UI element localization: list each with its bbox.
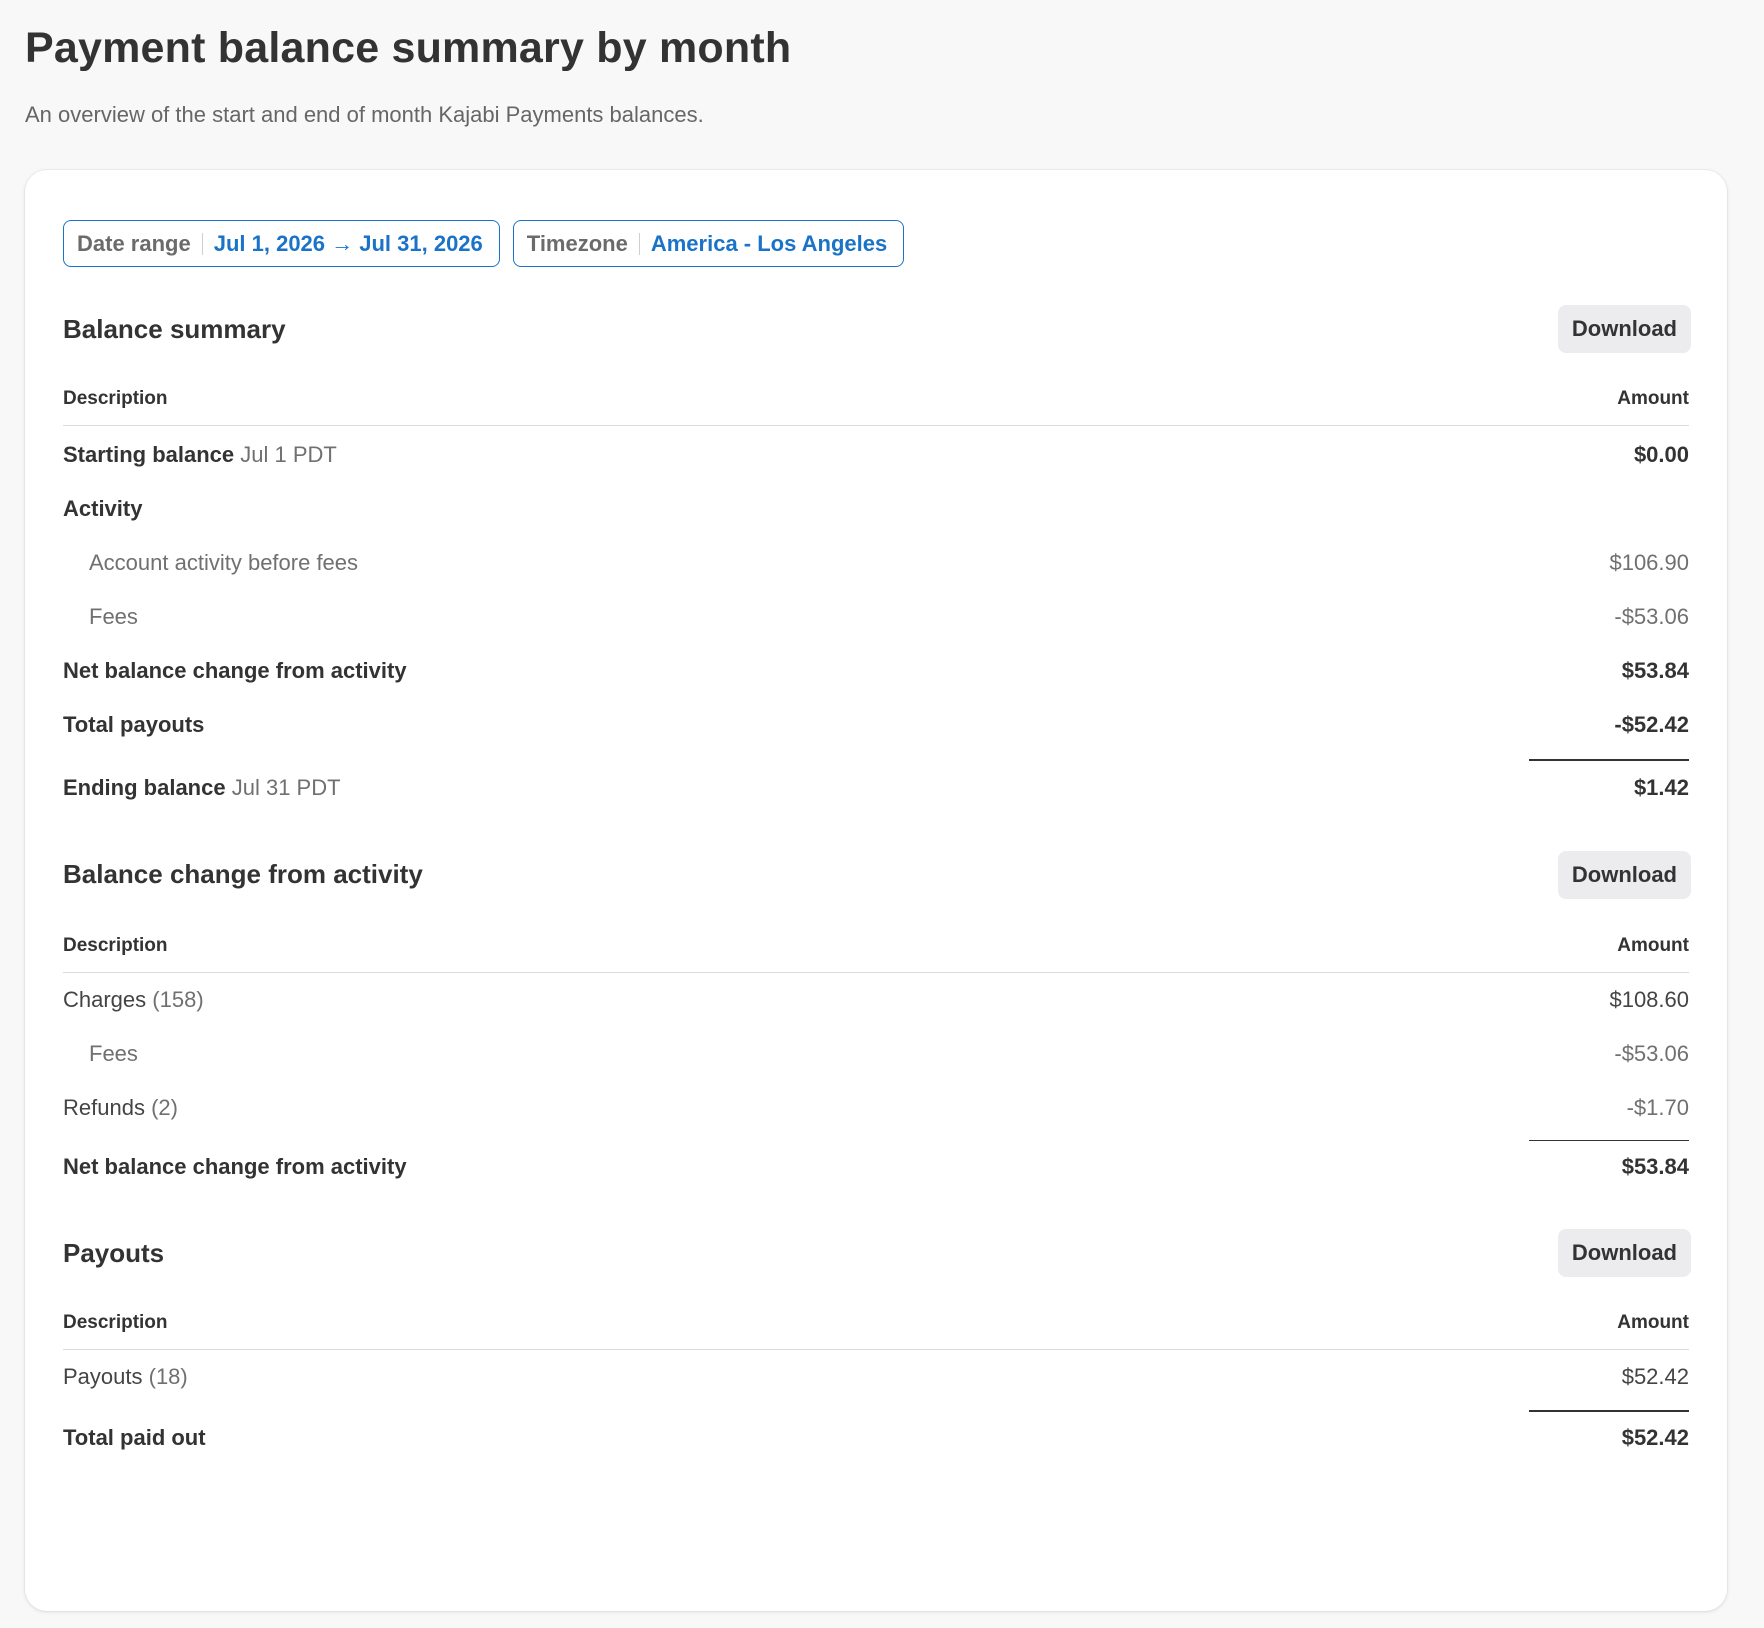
table-row: Starting balance Jul 1 PDT $0.00	[63, 442, 1689, 468]
table-header: Description Amount	[63, 935, 1689, 973]
net-change-amount: $53.84	[1621, 658, 1689, 683]
balance-summary-section: Balance summary Download Description Amo…	[63, 305, 1691, 801]
sum-divider	[1529, 1139, 1689, 1141]
filter-divider	[638, 232, 640, 255]
table-row: Ending balance Jul 31 PDT $1.42	[63, 775, 1689, 801]
page: Payment balance summary by month An over…	[0, 0, 1764, 1611]
sum-divider	[1529, 759, 1689, 761]
table-row: Activity	[63, 496, 1689, 522]
section-title: Balance summary	[63, 313, 286, 344]
table-row: Fees -$53.06	[63, 1041, 1689, 1067]
timezone-filter[interactable]: Timezone America - Los Angeles	[512, 220, 905, 267]
charges-label: Charges	[63, 986, 147, 1012]
table-header: Description Amount	[63, 1312, 1689, 1350]
fees-label: Fees	[89, 1040, 138, 1066]
fees-label: Fees	[89, 604, 138, 629]
page-title: Payment balance summary by month	[25, 24, 792, 72]
description-column-header: Description	[63, 934, 168, 956]
activity-label: Activity	[63, 496, 143, 521]
ending-balance-label: Ending balance	[63, 774, 226, 800]
sum-divider	[1529, 1410, 1689, 1412]
description-column-header: Description	[63, 388, 168, 409]
net-change-label: Net balance change from activity	[63, 1154, 407, 1179]
report-card: Date range Jul 1, 2026 → Jul 31, 2026 Ti…	[25, 170, 1727, 1611]
activity-before-fees-label: Account activity before fees	[89, 550, 359, 575]
amount-column-header: Amount	[1617, 388, 1689, 409]
description-column-header: Description	[63, 1312, 168, 1333]
fees-amount: -$53.06	[1614, 604, 1689, 629]
starting-balance-date: Jul 1 PDT	[240, 442, 337, 467]
table-header: Description Amount	[63, 388, 1689, 426]
net-change-amount: $53.84	[1621, 1154, 1689, 1179]
starting-balance-label: Starting balance	[63, 442, 235, 467]
table-row: Fees -$53.06	[63, 604, 1689, 630]
payouts-section: Payouts Download Description Amount Payo…	[63, 1229, 1691, 1451]
charges-count: (158)	[152, 986, 204, 1012]
section-title: Balance change from activity	[63, 859, 423, 889]
download-button[interactable]: Download	[1557, 850, 1691, 899]
filters-bar: Date range Jul 1, 2026 → Jul 31, 2026 Ti…	[63, 220, 1689, 267]
date-range-filter[interactable]: Date range Jul 1, 2026 → Jul 31, 2026	[63, 220, 500, 267]
table-row: Payouts (18) $52.42	[63, 1364, 1689, 1390]
activity-before-fees-amount: $106.90	[1609, 550, 1689, 575]
refunds-count: (2)	[151, 1094, 178, 1120]
payouts-count: (18)	[148, 1364, 188, 1389]
download-button[interactable]: Download	[1557, 305, 1691, 353]
balance-change-section: Balance change from activity Download De…	[63, 850, 1691, 1181]
download-button[interactable]: Download	[1557, 1229, 1691, 1277]
date-range-value: Jul 1, 2026 → Jul 31, 2026	[213, 230, 483, 256]
payouts-label: Payouts	[63, 1364, 143, 1389]
charges-amount: $108.60	[1609, 986, 1689, 1012]
timezone-label: Timezone	[526, 230, 628, 256]
table-row: Refunds (2) -$1.70	[63, 1095, 1689, 1121]
table-row: Net balance change from activity $53.84	[63, 1154, 1689, 1180]
total-payouts-label: Total payouts	[63, 712, 205, 737]
amount-column-header: Amount	[1617, 934, 1689, 956]
refunds-amount: -$1.70	[1626, 1094, 1689, 1120]
ending-balance-date: Jul 31 PDT	[231, 774, 341, 800]
date-range-label: Date range	[77, 230, 191, 256]
ending-balance-amount: $1.42	[1633, 774, 1689, 800]
refunds-label: Refunds	[63, 1094, 145, 1120]
table-row: Total payouts -$52.42	[63, 712, 1689, 738]
payouts-amount: $52.42	[1621, 1364, 1689, 1389]
net-change-label: Net balance change from activity	[63, 658, 407, 683]
fees-amount: -$53.06	[1614, 1040, 1689, 1066]
amount-column-header: Amount	[1617, 1312, 1689, 1333]
timezone-value: America - Los Angeles	[650, 230, 888, 256]
starting-balance-amount: $0.00	[1633, 442, 1689, 467]
table-row: Total paid out $52.42	[63, 1425, 1689, 1451]
total-payouts-amount: -$52.42	[1614, 712, 1689, 737]
section-title: Payouts	[63, 1237, 165, 1268]
page-subtitle: An overview of the start and end of mont…	[25, 102, 704, 127]
total-paid-out-amount: $52.42	[1621, 1424, 1689, 1450]
filter-divider	[201, 232, 203, 255]
total-paid-out-label: Total paid out	[63, 1424, 206, 1450]
table-row: Charges (158) $108.60	[63, 987, 1689, 1013]
table-row: Account activity before fees $106.90	[63, 550, 1689, 576]
table-row: Net balance change from activity $53.84	[63, 658, 1689, 684]
